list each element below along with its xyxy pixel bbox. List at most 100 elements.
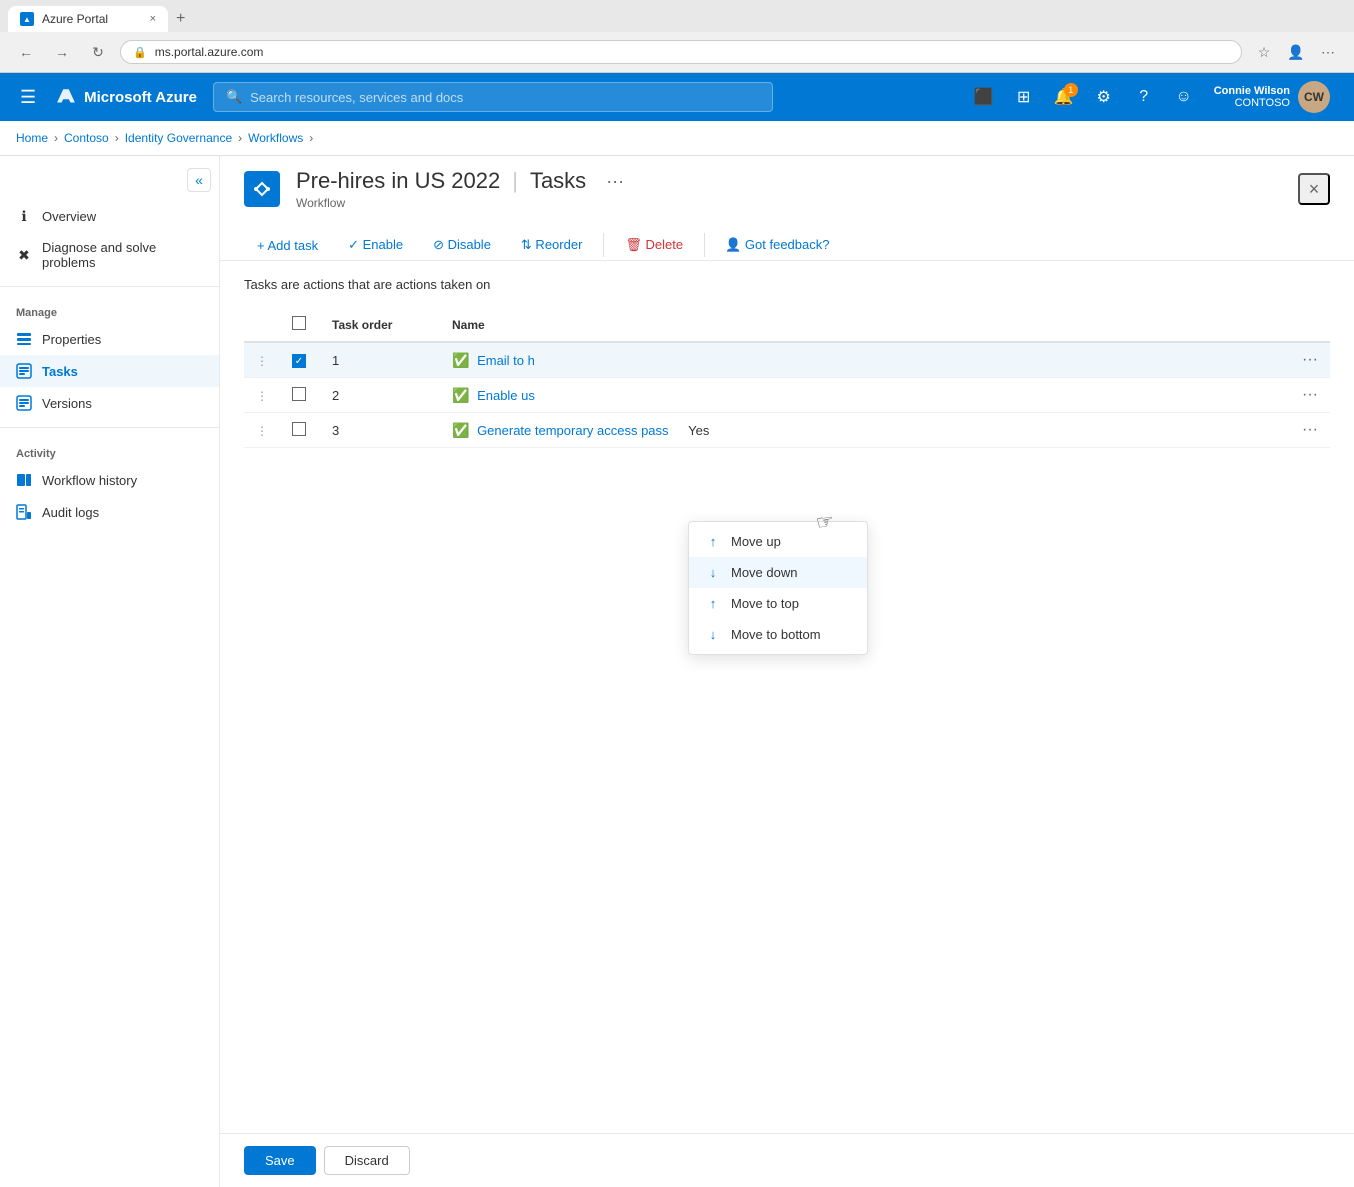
menu-item-move-up[interactable]: ↑ Move up xyxy=(689,526,867,557)
user-org: CONTOSO xyxy=(1214,97,1290,109)
status-icon-3: ✅ xyxy=(452,422,469,438)
cloud-shell-btn[interactable]: ⬛ xyxy=(966,79,1002,115)
move-to-top-icon: ↑ xyxy=(705,596,721,611)
profile-icon[interactable]: 👤 xyxy=(1282,38,1310,66)
sidebar-item-audit-logs[interactable]: Audit logs xyxy=(0,496,219,528)
sidebar-label-audit-logs: Audit logs xyxy=(42,505,99,520)
add-task-button[interactable]: + Add task xyxy=(244,231,331,260)
settings-btn[interactable]: ⚙ xyxy=(1086,79,1122,115)
browser-more-icon[interactable]: ⋯ xyxy=(1314,38,1342,66)
user-text: Connie Wilson CONTOSO xyxy=(1214,85,1290,109)
back-button[interactable]: ← xyxy=(12,38,40,66)
new-tab-button[interactable]: + xyxy=(168,6,193,32)
row-checkbox-3[interactable] xyxy=(292,422,306,436)
workflow-label: Workflow xyxy=(296,196,624,210)
reorder-button[interactable]: ⇅ Reorder xyxy=(508,230,595,260)
search-icon: 🔍 xyxy=(226,89,242,105)
page-title-divider: | xyxy=(512,168,518,194)
enable-button[interactable]: ✓ Enable xyxy=(335,230,416,260)
sidebar-item-tasks[interactable]: Tasks xyxy=(0,355,219,387)
menu-item-move-to-bottom[interactable]: ↓ Move to bottom xyxy=(689,619,867,650)
move-down-icon: ↓ xyxy=(705,565,721,580)
row-checkbox-1[interactable]: ✓ xyxy=(292,354,306,368)
row-actions-cell-2[interactable]: ··· xyxy=(1290,378,1330,413)
search-input[interactable] xyxy=(250,90,760,105)
forward-button[interactable]: → xyxy=(48,38,76,66)
task-name-link-1[interactable]: Email to h xyxy=(477,353,535,368)
properties-icon xyxy=(16,331,32,347)
sidebar: « ℹ Overview ✖ Diagnose and solve proble… xyxy=(0,156,220,1187)
sidebar-item-workflow-history[interactable]: Workflow history xyxy=(0,464,219,496)
avatar: CW xyxy=(1298,81,1330,113)
breadcrumb-workflows[interactable]: Workflows xyxy=(248,131,303,145)
sidebar-item-diagnose[interactable]: ✖ Diagnose and solve problems xyxy=(0,232,219,278)
row-actions-cell-3[interactable]: ··· xyxy=(1290,413,1330,448)
page-title: Pre-hires in US 2022 xyxy=(296,168,500,194)
browser-tab[interactable]: Azure Portal × xyxy=(8,6,168,32)
notifications-btn[interactable]: 🔔 1 xyxy=(1046,79,1082,115)
row-more-3[interactable]: ··· xyxy=(1302,421,1318,438)
menu-item-move-to-top[interactable]: ↑ Move to top xyxy=(689,588,867,619)
azure-logo-icon xyxy=(56,87,76,107)
page-more-button[interactable]: ··· xyxy=(606,171,624,192)
browser-actions: ☆ 👤 ⋯ xyxy=(1250,38,1342,66)
help-btn[interactable]: ? xyxy=(1126,79,1162,115)
move-to-bottom-label: Move to bottom xyxy=(731,627,821,642)
close-button[interactable]: × xyxy=(1298,173,1330,205)
drag-handle[interactable]: ⋮ xyxy=(244,342,280,378)
row-more-2[interactable]: ··· xyxy=(1302,386,1318,403)
hamburger-menu[interactable]: ☰ xyxy=(16,83,40,112)
delete-button[interactable]: 🗑 Delete xyxy=(612,230,696,260)
menu-item-move-down[interactable]: ↓ Move down xyxy=(689,557,867,588)
workflow-icon xyxy=(244,171,280,207)
workflow-history-icon xyxy=(16,472,32,488)
task-name-link-3[interactable]: Generate temporary access pass xyxy=(477,423,668,438)
collapse-icon[interactable]: « xyxy=(187,168,211,192)
table-row: ⋮ ✓ 1 ✅ Email to h ··· xyxy=(244,342,1330,378)
breadcrumb-identity-governance[interactable]: Identity Governance xyxy=(125,131,232,145)
task-name-link-2[interactable]: Enable us xyxy=(477,388,535,403)
row-checkbox-2[interactable] xyxy=(292,387,306,401)
notification-badge: 1 xyxy=(1064,83,1078,97)
row-actions-cell-1[interactable]: ··· xyxy=(1290,342,1330,378)
drag-handle[interactable]: ⋮ xyxy=(244,413,280,448)
move-to-bottom-icon: ↓ xyxy=(705,627,721,642)
refresh-button[interactable]: ↻ xyxy=(84,38,112,66)
discard-button[interactable]: Discard xyxy=(324,1146,410,1175)
context-menu: ↑ Move up ↓ Move down ↑ Move to top ↓ Mo… xyxy=(688,521,868,655)
save-button[interactable]: Save xyxy=(244,1146,316,1175)
page-wrapper: Pre-hires in US 2022 | Tasks ··· Workflo… xyxy=(220,156,1354,1187)
drag-icon: ⋮ xyxy=(256,354,268,368)
address-bar[interactable]: 🔒 ms.portal.azure.com xyxy=(120,40,1242,64)
sidebar-item-properties[interactable]: Properties xyxy=(0,323,219,355)
user-name: Connie Wilson xyxy=(1214,85,1290,97)
row-checkbox-cell[interactable] xyxy=(280,413,320,448)
feedback-button[interactable]: 👤 Got feedback? xyxy=(713,231,841,259)
page-footer: Save Discard xyxy=(220,1133,1354,1187)
breadcrumb-contoso[interactable]: Contoso xyxy=(64,131,109,145)
user-info[interactable]: Connie Wilson CONTOSO CW xyxy=(1206,77,1338,117)
sidebar-label-diagnose: Diagnose and solve problems xyxy=(42,240,203,270)
row-more-1[interactable]: ··· xyxy=(1302,351,1318,368)
sidebar-item-overview[interactable]: ℹ Overview xyxy=(0,200,219,232)
directory-btn[interactable]: ⊞ xyxy=(1006,79,1042,115)
table-row: ⋮ 3 ✅ Generate temporary access pass Yes xyxy=(244,413,1330,448)
task-table: Task order Name ⋮ ✓ 1 xyxy=(244,308,1330,448)
drag-handle[interactable]: ⋮ xyxy=(244,378,280,413)
page-subtitle: Tasks xyxy=(530,168,586,194)
move-down-label: Move down xyxy=(731,565,797,580)
breadcrumb-home[interactable]: Home xyxy=(16,131,48,145)
search-bar[interactable]: 🔍 xyxy=(213,82,773,112)
favorites-icon[interactable]: ☆ xyxy=(1250,38,1278,66)
versions-icon xyxy=(16,395,32,411)
feedback-btn[interactable]: ☺ xyxy=(1166,79,1202,115)
row-checkbox-cell[interactable] xyxy=(280,378,320,413)
row-checkbox-cell[interactable]: ✓ xyxy=(280,342,320,378)
sidebar-divider-1 xyxy=(0,286,219,287)
select-all-checkbox[interactable] xyxy=(292,316,306,330)
sidebar-section-activity: Activity xyxy=(0,436,219,464)
disable-button[interactable]: ⊘ Disable xyxy=(420,230,504,260)
sidebar-item-versions[interactable]: Versions xyxy=(0,387,219,419)
tab-close-btn[interactable]: × xyxy=(150,13,156,25)
sidebar-label-versions: Versions xyxy=(42,396,92,411)
